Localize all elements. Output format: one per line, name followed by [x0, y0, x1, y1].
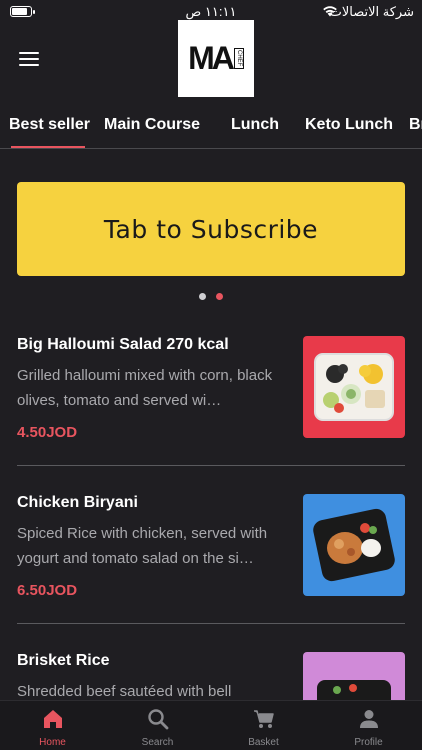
- nav-search[interactable]: Search: [105, 701, 210, 750]
- item-title: Chicken Biryani: [17, 494, 138, 511]
- item-title: Big Halloumi Salad 270 kcal: [17, 336, 229, 353]
- menu-item[interactable]: Brisket Rice Shredded beef sautéed with …: [17, 652, 405, 700]
- nav-basket[interactable]: Basket: [211, 701, 316, 750]
- bottom-navigation: Home Search Basket Profile: [0, 700, 422, 750]
- nav-basket-label: Basket: [248, 737, 279, 748]
- item-description: Spiced Rice with chicken, served with yo…: [17, 525, 268, 567]
- carrier-name: شركة الاتصالات: [329, 4, 414, 19]
- subscribe-banner-label: Tab to Subscribe: [103, 214, 319, 244]
- hamburger-menu-icon[interactable]: [19, 51, 39, 67]
- menu-item[interactable]: Big Halloumi Salad 270 kcal Grilled hall…: [17, 336, 405, 494]
- tab-keto-lunch[interactable]: Keto Lunch: [305, 116, 393, 134]
- carousel-dot-1[interactable]: [199, 293, 206, 300]
- logo-text: MA: [188, 40, 235, 76]
- cart-icon: [254, 710, 274, 728]
- carousel-dot-2[interactable]: [216, 293, 223, 300]
- home-icon: [44, 710, 62, 728]
- brisket-rice-image: [303, 652, 405, 700]
- logo-subtext: CHEF: [233, 48, 244, 69]
- item-divider: [17, 465, 405, 466]
- category-tabs: Best seller Main Course Lunch Keto Lunch…: [0, 104, 422, 149]
- chicken-biryani-image: [303, 494, 405, 596]
- active-tab-indicator: [11, 146, 85, 148]
- item-price: 6.50JOD: [17, 582, 78, 599]
- item-price: 4.50JOD: [17, 424, 78, 441]
- brand-logo: MA CHEF: [178, 20, 254, 97]
- nav-home[interactable]: Home: [0, 701, 105, 750]
- item-description: Shredded beef sautéed with bell: [17, 683, 232, 700]
- tab-lunch[interactable]: Lunch: [231, 116, 279, 134]
- tab-breakfast[interactable]: Br: [409, 116, 422, 134]
- profile-icon: [360, 710, 378, 728]
- item-description: Grilled halloumi mixed with corn, black …: [17, 367, 273, 409]
- nav-search-label: Search: [141, 737, 174, 748]
- search-icon: [148, 709, 169, 730]
- nav-profile-label: Profile: [354, 737, 383, 748]
- tab-best-seller[interactable]: Best seller: [9, 116, 90, 134]
- item-title: Brisket Rice: [17, 652, 110, 669]
- nav-profile[interactable]: Profile: [316, 701, 421, 750]
- subscribe-banner[interactable]: Tab to Subscribe: [17, 182, 405, 276]
- menu-item[interactable]: Chicken Biryani Spiced Rice with chicken…: [17, 494, 405, 652]
- halloumi-salad-image: [303, 336, 405, 438]
- item-divider: [17, 623, 405, 624]
- tab-main-course[interactable]: Main Course: [104, 116, 200, 134]
- nav-home-label: Home: [39, 737, 66, 748]
